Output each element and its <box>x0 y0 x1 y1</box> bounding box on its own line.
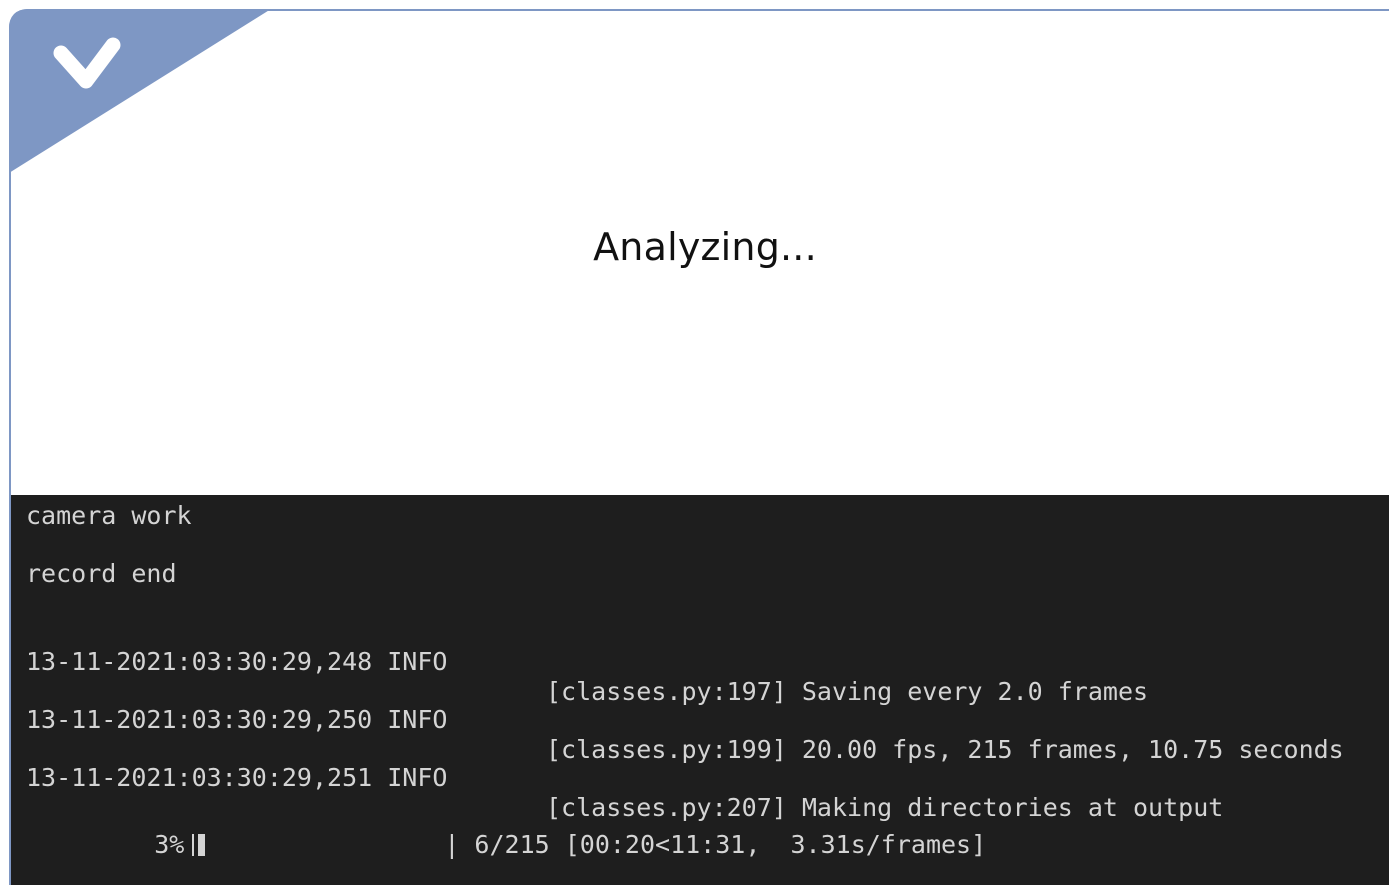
progress-bar-fill <box>198 834 206 856</box>
terminal-line: record end <box>26 559 177 588</box>
progress-bar-left-edge <box>192 834 195 856</box>
progress-percent: 3% <box>154 830 185 859</box>
app-window: Analyzing... camera work record end 13-1… <box>0 0 1389 885</box>
corner-badge <box>9 9 271 173</box>
corner-triangle <box>9 9 271 173</box>
dialog-title: Analyzing... <box>593 225 817 269</box>
terminal-line: camera work <box>26 501 192 530</box>
terminal-output: camera work record end 13-11-2021:03:30:… <box>11 495 1389 885</box>
progress-bar <box>184 830 434 860</box>
progress-line: 3% | 6/215 [00:20<11:31, 3.31s/frames] <box>26 800 986 885</box>
progress-status: | 6/215 [00:20<11:31, 3.31s/frames] <box>444 830 987 859</box>
log-timestamp: 13-11-2021:03:30:29,248 INFO <box>26 647 448 676</box>
log-timestamp: 13-11-2021:03:30:29,250 INFO <box>26 705 448 734</box>
log-timestamp: 13-11-2021:03:30:29,251 INFO <box>26 763 448 792</box>
log-line: 13-11-2021:03:30:29,248 INFO [classes.py… <box>26 617 1386 706</box>
log-line: 13-11-2021:03:30:29,251 INFO [classes.py… <box>26 733 1386 822</box>
log-line: 13-11-2021:03:30:29,250 INFO [classes.py… <box>26 675 1386 764</box>
